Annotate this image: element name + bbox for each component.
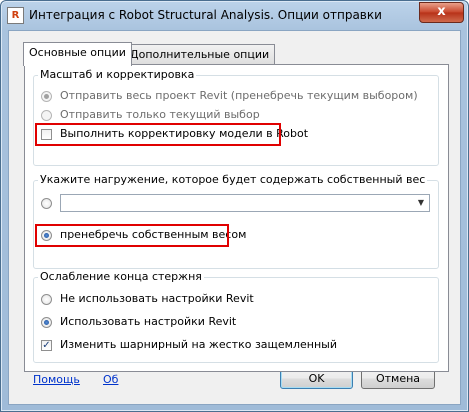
use-revit-label: Использовать настройки Revit — [60, 315, 237, 328]
annotation-highlight-box — [35, 224, 229, 247]
member-release-group-title: Ослабление конца стержня — [38, 270, 204, 283]
send-whole-project-label: Отправить весь проект Revit (пренебречь … — [60, 89, 418, 102]
window-title: Интеграция с Robot Structural Analysis. … — [29, 8, 382, 22]
send-selection-only-radio[interactable] — [41, 110, 52, 121]
chevron-down-icon[interactable]: ▼ — [413, 195, 429, 211]
dialog-client-area: Основные опции Дополнительные опции Масш… — [8, 30, 461, 405]
send-selection-only-label: Отправить только текущий выбор — [60, 108, 260, 121]
load-case-combobox[interactable]: ▼ — [60, 194, 430, 212]
load-case-radio[interactable] — [41, 198, 52, 209]
use-revit-radio[interactable] — [41, 317, 52, 328]
change-pinned-label: Изменить шарнирный на жестко защемленный — [60, 338, 337, 351]
close-button[interactable]: x — [419, 2, 464, 23]
tab-basic-options[interactable]: Основные опции — [23, 42, 132, 66]
tab-advanced-options[interactable]: Дополнительные опции — [124, 44, 276, 64]
change-pinned-checkbox[interactable]: ✓ — [41, 340, 52, 351]
tab-panel: Масштаб и корректировка Отправить весь п… — [24, 64, 449, 372]
about-link[interactable]: Об — [103, 373, 118, 386]
do-not-use-revit-label: Не использовать настройки Revit — [60, 292, 254, 305]
annotation-highlight-box — [35, 123, 281, 146]
robot-app-icon: R — [7, 7, 24, 24]
help-link[interactable]: Помощь — [33, 373, 80, 386]
dialog-window: R Интеграция с Robot Structural Analysis… — [0, 0, 469, 412]
do-not-use-revit-radio[interactable] — [41, 294, 52, 305]
scale-correction-group-title: Масштаб и корректировка — [38, 68, 197, 81]
self-weight-group-title: Укажите нагружение, которое будет содерж… — [38, 173, 428, 186]
title-bar[interactable]: R Интеграция с Robot Structural Analysis… — [1, 1, 468, 31]
send-whole-project-radio[interactable] — [41, 91, 52, 102]
